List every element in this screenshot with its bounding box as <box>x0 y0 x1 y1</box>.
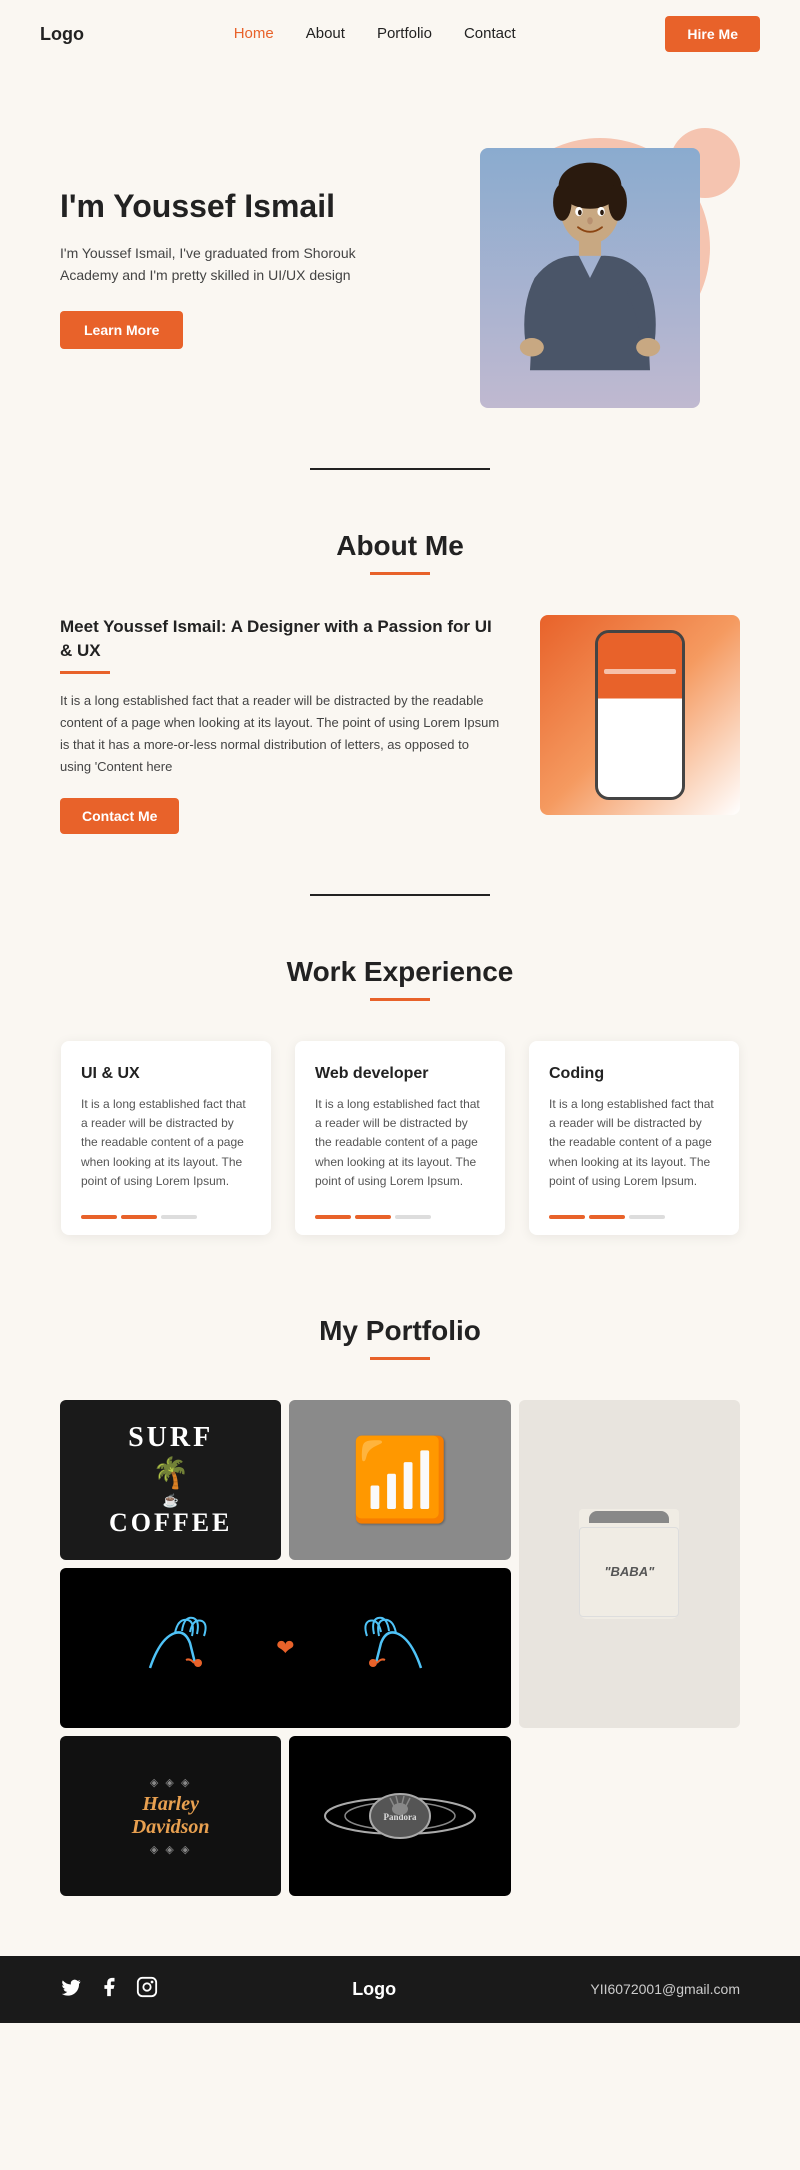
work-underline <box>370 998 430 1001</box>
portfolio-item-pandora[interactable]: Pandora <box>289 1736 510 1896</box>
baba-bag: "BABA" <box>579 1509 679 1619</box>
footer-logo: Logo <box>352 1979 396 2000</box>
section-divider <box>310 468 490 470</box>
about-subtitle: Meet Youssef Ismail: A Designer with a P… <box>60 615 500 663</box>
about-title: About Me <box>60 530 740 562</box>
person-silhouette-icon <box>500 158 680 398</box>
about-body: It is a long established fact that a rea… <box>60 690 500 778</box>
work-card-ui-ux: UI & UX It is a long established fact th… <box>61 1041 271 1235</box>
work-card-title-2: Coding <box>549 1065 719 1083</box>
bar-filled <box>315 1215 351 1219</box>
work-section: Work Experience UI & UX It is a long est… <box>0 936 800 1295</box>
portfolio-title: My Portfolio <box>60 1315 740 1347</box>
bar-filled <box>549 1215 585 1219</box>
portfolio-item-hands[interactable]: ❤ <box>60 1568 511 1728</box>
bag-body: "BABA" <box>579 1527 679 1617</box>
bar-empty <box>161 1215 197 1219</box>
learn-more-button[interactable]: Learn More <box>60 311 183 349</box>
facebook-icon[interactable] <box>98 1976 120 2003</box>
phone-screen <box>598 633 682 797</box>
pandora-logo-icon: Pandora <box>320 1776 480 1856</box>
portfolio-item-wifi[interactable]: 📶 <box>289 1400 510 1560</box>
work-card-bar-2 <box>549 1215 719 1219</box>
portfolio-section: My Portfolio SURF 🌴 ☕ COFFEE 📶 "BABA" <box>0 1295 800 1956</box>
harley-davidson-logo: ◈ ◈ ◈ Harley Davidson ◈ ◈ ◈ <box>132 1776 210 1856</box>
work-card-desc-0: It is a long established fact that a rea… <box>81 1095 251 1191</box>
hero-image-block <box>460 128 740 408</box>
phone-bar-3 <box>604 745 676 750</box>
right-hand-icon <box>311 1608 431 1688</box>
phone-bar-1 <box>604 669 676 674</box>
portfolio-item-harley[interactable]: ◈ ◈ ◈ Harley Davidson ◈ ◈ ◈ <box>60 1736 281 1896</box>
work-card-webdev: Web developer It is a long established f… <box>295 1041 505 1235</box>
about-text-block: Meet Youssef Ismail: A Designer with a P… <box>60 615 500 834</box>
phone-bar-2 <box>604 707 676 712</box>
nav-about[interactable]: About <box>306 25 345 42</box>
hire-me-button[interactable]: Hire Me <box>665 16 760 52</box>
wifi-symbol: 📶 <box>350 1433 450 1527</box>
portfolio-grid: SURF 🌴 ☕ COFFEE 📶 "BABA" <box>60 1400 740 1896</box>
work-cards-container: UI & UX It is a long established fact th… <box>60 1041 740 1235</box>
work-card-coding: Coding It is a long established fact tha… <box>529 1041 739 1235</box>
left-hand-icon <box>140 1608 260 1688</box>
instagram-icon[interactable] <box>136 1976 158 2003</box>
footer-socials <box>60 1976 158 2003</box>
phone-mockup <box>595 630 685 800</box>
work-card-desc-1: It is a long established fact that a rea… <box>315 1095 485 1191</box>
footer-email: YII6072001@gmail.com <box>590 1981 740 1997</box>
hands-art: ❤ <box>60 1568 511 1728</box>
surf-coffee-logo: SURF 🌴 ☕ COFFEE <box>109 1423 232 1538</box>
work-card-desc-2: It is a long established fact that a rea… <box>549 1095 719 1191</box>
portfolio-item-baba[interactable]: "BABA" <box>519 1400 740 1728</box>
heart-icon: ❤ <box>276 1635 294 1661</box>
nav-home[interactable]: Home <box>234 25 274 42</box>
work-card-bar-0 <box>81 1215 251 1219</box>
nav-portfolio[interactable]: Portfolio <box>377 25 432 42</box>
about-inner: Meet Youssef Ismail: A Designer with a P… <box>60 615 740 834</box>
about-image <box>540 615 740 815</box>
twitter-icon[interactable] <box>60 1976 82 2003</box>
portfolio-underline <box>370 1357 430 1360</box>
work-title: Work Experience <box>60 956 740 988</box>
hero-section: I'm Youssef Ismail I'm Youssef Ismail, I… <box>0 68 800 468</box>
hero-description: I'm Youssef Ismail, I've graduated from … <box>60 242 400 287</box>
bar-filled <box>81 1215 117 1219</box>
contact-me-button[interactable]: Contact Me <box>60 798 179 834</box>
navbar: Logo Home About Portfolio Contact Hire M… <box>0 0 800 68</box>
nav-contact[interactable]: Contact <box>464 25 516 42</box>
bar-empty <box>629 1215 665 1219</box>
section-divider-2 <box>310 894 490 896</box>
portfolio-item-surf[interactable]: SURF 🌴 ☕ COFFEE <box>60 1400 281 1560</box>
hero-heading: I'm Youssef Ismail <box>60 187 400 225</box>
about-section: About Me Meet Youssef Ismail: A Designer… <box>0 510 800 894</box>
about-underline <box>370 572 430 575</box>
bag-handle <box>589 1511 669 1523</box>
work-card-title-1: Web developer <box>315 1065 485 1083</box>
footer: Logo YII6072001@gmail.com <box>0 1956 800 2023</box>
bar-empty <box>395 1215 431 1219</box>
nav-logo: Logo <box>40 24 84 45</box>
work-card-title-0: UI & UX <box>81 1065 251 1083</box>
work-card-bar-1 <box>315 1215 485 1219</box>
bar-filled <box>121 1215 157 1219</box>
about-text-underline <box>60 671 110 674</box>
hero-person-image <box>480 148 700 408</box>
bar-filled <box>355 1215 391 1219</box>
bar-filled <box>589 1215 625 1219</box>
hero-text-block: I'm Youssef Ismail I'm Youssef Ismail, I… <box>60 187 400 348</box>
